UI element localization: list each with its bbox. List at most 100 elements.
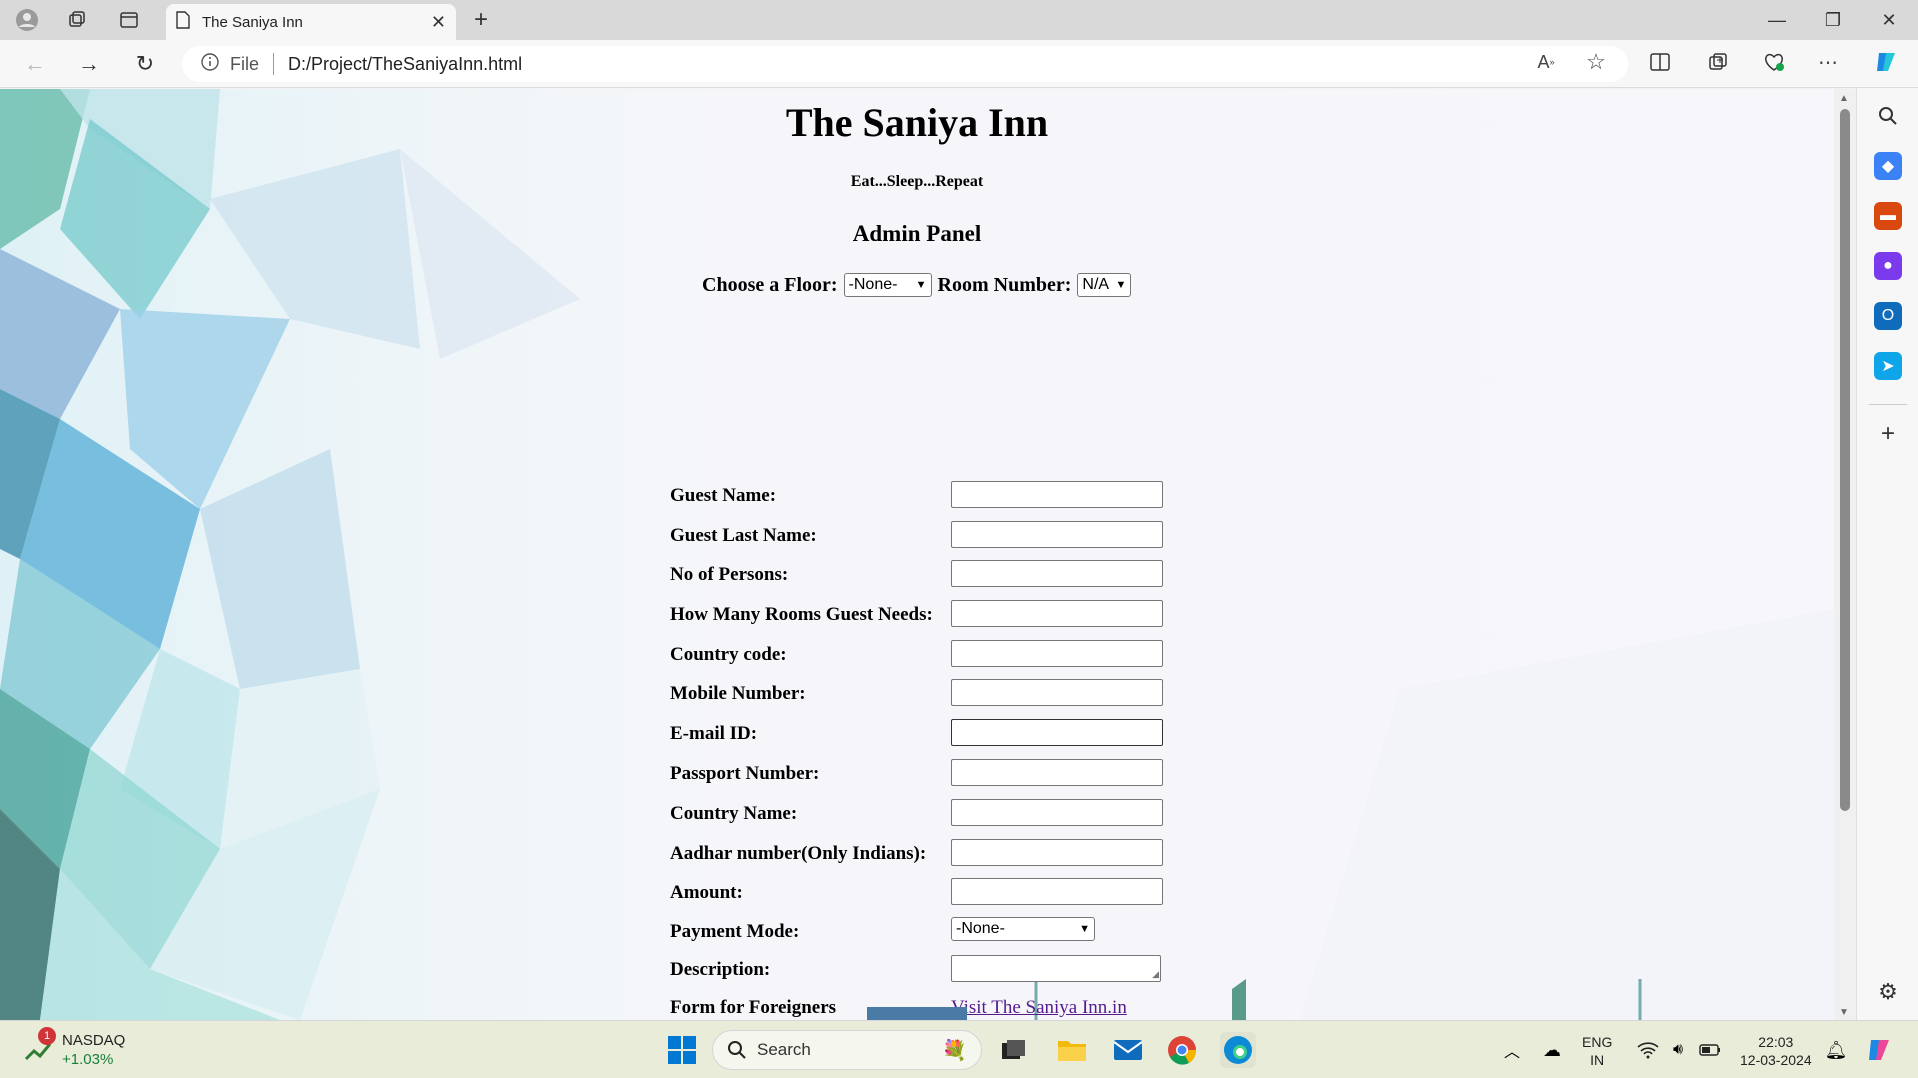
favorite-star-icon[interactable]: ☆ — [1580, 46, 1612, 78]
field-label: Passport Number: — [670, 763, 820, 784]
description-textarea[interactable]: ◢ — [951, 955, 1161, 982]
lang-top: ENG — [1582, 1034, 1613, 1050]
stock-widget[interactable]: 1 NASDAQ +1.03% — [24, 1027, 125, 1069]
active-tab[interactable]: The Saniya Inn ✕ — [166, 4, 456, 40]
onedrive-icon[interactable]: ☁ — [1534, 1032, 1570, 1068]
submit-button-partial[interactable] — [867, 1007, 967, 1020]
scroll-down-icon[interactable]: ▼ — [1839, 1007, 1849, 1018]
browser-essentials-icon[interactable] — [1758, 46, 1790, 78]
m365-icon[interactable]: ● — [1874, 252, 1902, 280]
task-view-icon[interactable] — [996, 1032, 1032, 1068]
field-label: Country Name: — [670, 803, 798, 824]
guest-last-name-input[interactable] — [951, 521, 1163, 548]
mail-icon[interactable] — [1110, 1032, 1146, 1068]
browser-tab-bar: The Saniya Inn ✕ + — ❐ ✕ — [0, 0, 1918, 40]
add-icon[interactable]: + — [1874, 420, 1902, 448]
file-explorer-icon[interactable] — [1054, 1032, 1090, 1068]
clock-date: 12-03-2024 — [1740, 1052, 1812, 1068]
windows-start-icon[interactable] — [664, 1032, 700, 1068]
edge-icon[interactable] — [1220, 1032, 1256, 1068]
passport-number-input[interactable] — [951, 759, 1163, 786]
back-button[interactable]: ← — [18, 48, 52, 80]
outlook-icon[interactable]: O — [1874, 302, 1902, 330]
site-tagline: Eat...Sleep...Repeat — [850, 173, 984, 190]
vertical-tabs-icon[interactable] — [114, 6, 144, 34]
aadhar-number-input[interactable] — [951, 839, 1163, 866]
search-icon — [728, 1041, 746, 1059]
field-label: No of Persons: — [670, 564, 789, 585]
country-name-input[interactable] — [951, 799, 1163, 826]
taskbar-search[interactable]: Search 💐 — [712, 1030, 982, 1070]
floor-label: Choose a Floor: — [702, 273, 838, 296]
rooms-needed-input[interactable] — [951, 600, 1163, 627]
new-tab-button[interactable]: + — [466, 6, 496, 34]
more-options-icon[interactable]: ⋯ — [1812, 46, 1844, 78]
field-label: Mobile Number: — [670, 683, 806, 704]
form-row: Guest Last Name: — [670, 521, 1170, 553]
clock[interactable]: 22:03 12-03-2024 — [1740, 1033, 1812, 1069]
mobile-number-input[interactable] — [951, 679, 1163, 706]
info-icon[interactable] — [200, 52, 220, 77]
field-label: Guest Name: — [670, 485, 777, 506]
floor-select-value: -None- — [848, 276, 898, 293]
scroll-up-icon[interactable]: ▲ — [1839, 93, 1849, 104]
amount-input[interactable] — [951, 878, 1163, 905]
guest-name-input[interactable] — [951, 481, 1163, 508]
restore-button[interactable]: ❐ — [1806, 0, 1860, 40]
field-label: Aadhar number(Only Indians): — [670, 843, 927, 864]
chrome-icon[interactable] — [1164, 1032, 1200, 1068]
chevron-down-icon: ▼ — [915, 279, 927, 291]
form-row: Mobile Number: — [670, 679, 1170, 711]
volume-icon[interactable]: 🔊︎ — [1660, 1032, 1696, 1068]
file-label: File — [230, 53, 260, 74]
battery-icon[interactable] — [1692, 1032, 1728, 1068]
tab-title: The Saniya Inn — [202, 13, 303, 31]
vertical-scrollbar[interactable]: ▲ ▼ — [1834, 89, 1856, 1020]
field-label: E-mail ID: — [670, 723, 758, 744]
profile-icon[interactable] — [12, 6, 42, 34]
flowers-icon: 💐 — [942, 1039, 967, 1062]
foreigners-label: Form for Foreigners — [670, 997, 837, 1018]
split-screen-icon[interactable] — [1644, 46, 1676, 78]
form-row: E-mail ID: — [670, 719, 1170, 751]
close-tab-icon[interactable]: ✕ — [431, 12, 446, 33]
language-indicator[interactable]: ENG IN — [1582, 1033, 1612, 1069]
form-row: Payment Mode: -None- ▼ — [670, 917, 1170, 949]
address-url[interactable]: D:/Project/TheSaniyaInn.html — [288, 54, 522, 75]
close-window-button[interactable]: ✕ — [1862, 0, 1916, 40]
copilot-taskbar-icon[interactable] — [1862, 1032, 1898, 1068]
email-input[interactable] — [951, 719, 1163, 746]
send-icon[interactable]: ➤ — [1874, 352, 1902, 380]
copilot-icon[interactable] — [1870, 46, 1902, 78]
chevron-up-icon[interactable]: ︿ — [1494, 1032, 1530, 1068]
browser-nav-bar: ← → ↻ File D:/Project/TheSaniyaInn.html … — [0, 40, 1918, 88]
notification-bell-icon[interactable]: 🔔︎ — [1818, 1032, 1854, 1068]
resize-handle-icon[interactable]: ◢ — [1152, 969, 1159, 980]
shopping-tag-icon[interactable]: ◆ — [1874, 152, 1902, 180]
collections-icon[interactable] — [1702, 46, 1734, 78]
minimize-button[interactable]: — — [1750, 0, 1804, 40]
persons-input[interactable] — [951, 560, 1163, 587]
field-label: Guest Last Name: — [670, 525, 817, 546]
address-bar[interactable]: File D:/Project/TheSaniyaInn.html — [182, 46, 1628, 82]
form-row: How Many Rooms Guest Needs: — [670, 600, 1170, 632]
search-icon[interactable] — [1874, 102, 1902, 130]
refresh-button[interactable]: ↻ — [128, 48, 162, 80]
country-code-input[interactable] — [951, 640, 1163, 667]
form-row: Description: ◢ — [670, 955, 1170, 987]
payment-mode-select[interactable]: -None- ▼ — [951, 917, 1095, 941]
visit-site-link[interactable]: Visit The Saniya Inn.in — [951, 997, 1127, 1019]
workspaces-icon[interactable] — [62, 6, 92, 34]
forward-button[interactable]: → — [72, 48, 106, 80]
lang-bottom: IN — [1590, 1052, 1605, 1068]
field-label: Amount: — [670, 882, 743, 903]
scrollbar-thumb[interactable] — [1840, 109, 1850, 811]
read-aloud-icon[interactable]: A» — [1530, 46, 1562, 78]
chevron-down-icon: ▼ — [1079, 923, 1090, 935]
room-select[interactable]: N/A ▼ — [1077, 273, 1132, 297]
gear-icon[interactable]: ⚙ — [1874, 978, 1902, 1006]
tools-icon[interactable]: ▬ — [1874, 202, 1902, 230]
field-label: How Many Rooms Guest Needs: — [670, 604, 933, 625]
stock-badge: 1 — [38, 1027, 56, 1045]
floor-select[interactable]: -None- ▼ — [843, 273, 932, 297]
